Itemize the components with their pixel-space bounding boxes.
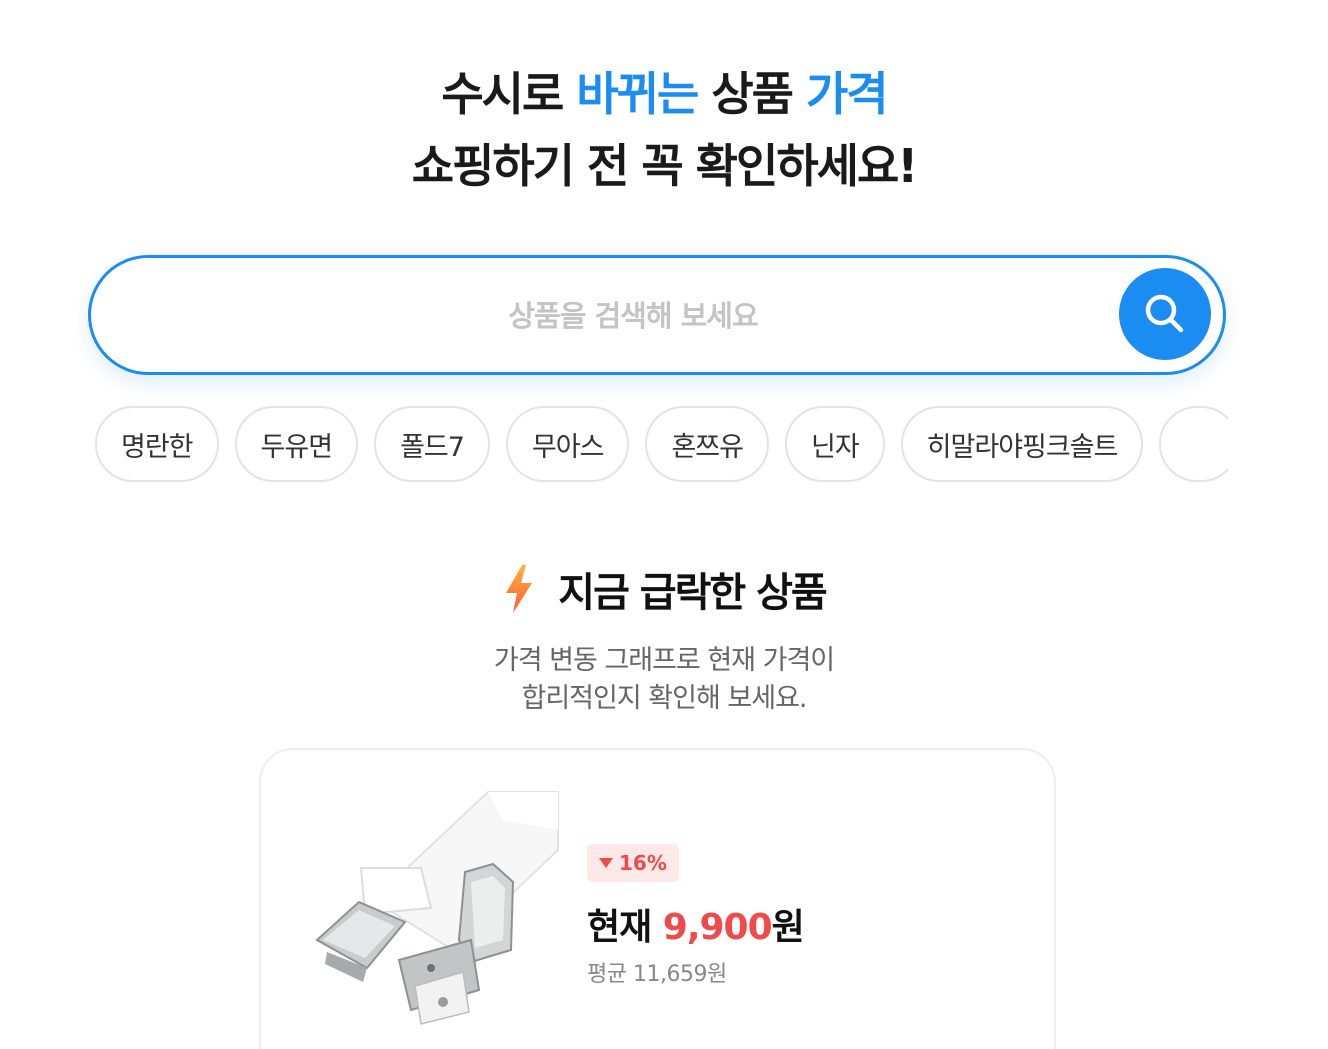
search-input[interactable] [131,258,1135,374]
hero-text: 수시로 [441,67,577,121]
price-drop-section-header: 지금 급락한 상품 [0,560,1328,618]
product-card[interactable]: 16% 현재 9,900원 평균 11,659원 [259,748,1056,1049]
keyword-chip[interactable]: 히말라야핑크솔트 [900,406,1144,482]
hero-text: 상품 [697,67,806,121]
keyword-chip[interactable]: 명란한 [95,406,219,482]
keyword-chip[interactable]: 무아스 [505,406,630,482]
description-line: 합리적인지 확인해 보세요. [521,683,808,714]
current-price-amount: 9,900 [662,907,773,948]
keyword-chip[interactable]: 폴드7 [374,406,490,482]
current-price-label: 현재 [587,907,663,948]
popular-keyword-list: 명란한 두유면 폴드7 무아스 혼쯔유 닌자 히말라야핑크솔트 [95,406,1228,484]
page: 수시로 바뀌는 상품 가격 쇼핑하기 전 꼭 확인하세요! 명란한 두유면 폴드… [0,0,1328,1049]
average-price: 평균 11,659원 [587,962,727,987]
keyword-chip[interactable]: 닌자 [784,406,885,482]
current-price-unit: 원 [771,907,805,948]
current-price: 현재 9,900원 [587,898,805,950]
section-title: 지금 급락한 상품 [558,570,827,616]
hero-line-2: 쇼핑하기 전 꼭 확인하세요! [411,139,919,193]
hero-heading: 수시로 바뀌는 상품 가격 쇼핑하기 전 꼭 확인하세요! [0,58,1328,202]
keyword-chip[interactable]: 두유면 [234,406,359,482]
product-image [315,791,559,1025]
search-bar [88,255,1226,375]
hero-accent-text: 가격 [805,67,889,121]
search-button[interactable] [1119,268,1211,360]
down-triangle-icon [599,858,613,868]
keyword-chip[interactable] [1159,406,1228,482]
discount-rate: 16% [619,851,667,875]
hero-accent-text: 바뀌는 [576,67,699,121]
discount-badge: 16% [587,844,679,882]
keyword-chip[interactable]: 혼쯔유 [645,406,769,482]
hero-line-1: 수시로 바뀌는 상품 가격 [0,58,1328,130]
lightning-icon [506,565,533,613]
description-line: 가격 변동 그래프로 현재 가격이 [493,645,835,676]
search-icon [1145,294,1184,333]
section-description: 가격 변동 그래프로 현재 가격이 합리적인지 확인해 보세요. [0,642,1328,718]
